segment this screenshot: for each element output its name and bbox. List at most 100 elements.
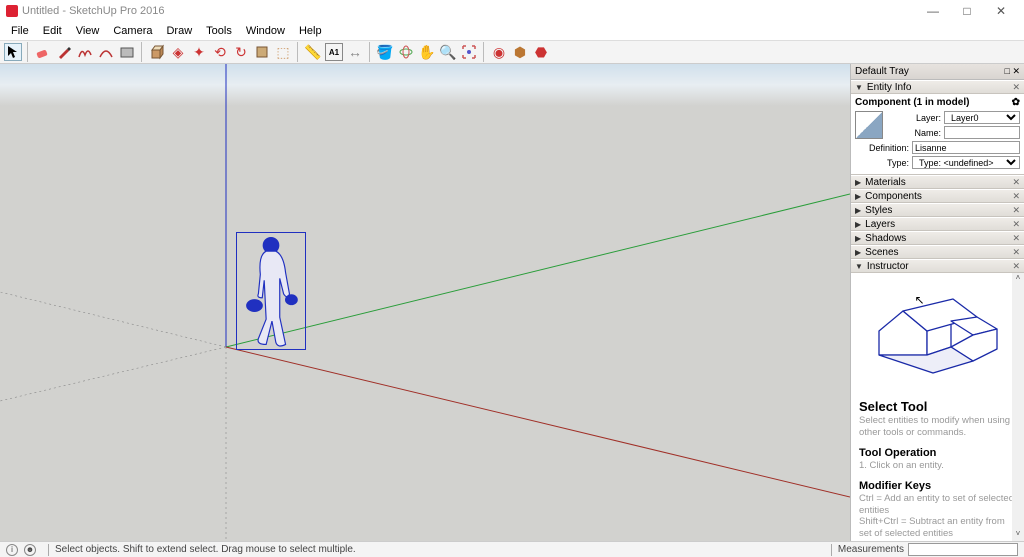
panel-header-components[interactable]: ▶Components✕ — [851, 189, 1024, 203]
selected-component-bbox[interactable] — [236, 232, 306, 350]
red-tool-b-icon[interactable]: ✦ — [190, 43, 208, 61]
measurements-input[interactable] — [908, 543, 1018, 556]
layer-label: Layer: — [887, 113, 941, 123]
instructor-mod1: Ctrl = Add an entity to set of selected … — [859, 493, 1016, 517]
panel-close-icon[interactable]: ✕ — [1012, 247, 1020, 258]
menu-draw[interactable]: Draw — [159, 25, 199, 37]
rotate-tool-icon[interactable]: ↻ — [232, 43, 250, 61]
instructor-op-item: 1. Click on an entity. — [859, 460, 1016, 472]
menu-view[interactable]: View — [69, 25, 107, 37]
panel-header-scenes[interactable]: ▶Scenes✕ — [851, 245, 1024, 259]
panel-label: Styles — [865, 205, 892, 216]
tray-title-label: Default Tray — [855, 66, 909, 77]
type-select[interactable]: Type: <undefined> — [912, 156, 1020, 169]
instructor-subtitle: Select entities to modify when using oth… — [859, 415, 1016, 439]
panel-header-materials[interactable]: ▶ Materials ✕ — [851, 175, 1024, 189]
menu-file[interactable]: File — [4, 25, 36, 37]
instructor-illustration: ↖ — [873, 289, 1003, 385]
select-tool-icon[interactable] — [4, 43, 22, 61]
titlebar: Untitled - SketchUp Pro 2016 — □ ✕ — [0, 0, 1024, 22]
summary-count: 1 in model — [917, 97, 966, 108]
status-divider — [48, 544, 49, 556]
window-maximize-button[interactable]: □ — [950, 0, 984, 22]
instructor-scrollbar[interactable]: ˄ ˅ — [1012, 273, 1024, 541]
expand-arrow-icon: ▶ — [855, 178, 861, 187]
scroll-up-icon[interactable]: ˄ — [1012, 273, 1024, 285]
tray-pin-icon[interactable]: □ ✕ — [1005, 66, 1020, 77]
panel-header-entity-info[interactable]: ▼ Entity Info ✕ — [851, 80, 1024, 94]
panel-close-icon[interactable]: ✕ — [1012, 205, 1020, 216]
panel-label: Entity Info — [867, 82, 911, 93]
arc-tool-icon[interactable] — [97, 43, 115, 61]
red-tool-d-icon[interactable]: ◉ — [490, 43, 508, 61]
app-logo-icon — [6, 5, 18, 17]
pushpull-tool-icon[interactable] — [148, 43, 166, 61]
dim-tool-icon[interactable]: ↔ — [346, 43, 364, 61]
red-tool-e-icon[interactable]: ⬢ — [511, 43, 529, 61]
panel-label: Scenes — [865, 247, 898, 258]
toolbar-separator — [297, 42, 299, 62]
scroll-down-icon[interactable]: ˅ — [1012, 529, 1024, 541]
freehand-tool-icon[interactable] — [76, 43, 94, 61]
definition-label: Definition: — [855, 143, 909, 153]
toolbar-separator — [27, 42, 29, 62]
panel-header-shadows[interactable]: ▶Shadows✕ — [851, 231, 1024, 245]
red-tool-c-icon[interactable]: ⟲ — [211, 43, 229, 61]
status-info-icon[interactable]: i — [6, 544, 18, 556]
panel-close-icon[interactable]: ✕ — [1012, 177, 1020, 188]
definition-input[interactable] — [912, 141, 1020, 154]
name-input[interactable] — [944, 126, 1020, 139]
panel-close-icon[interactable]: ✕ — [1012, 191, 1020, 202]
paint-tool-icon[interactable]: 🪣 — [376, 43, 394, 61]
red-tool-a-icon[interactable]: ◈ — [169, 43, 187, 61]
menu-window[interactable]: Window — [239, 25, 292, 37]
orbit-tool-icon[interactable] — [397, 43, 415, 61]
panel-header-instructor[interactable]: ▼Instructor✕ — [851, 259, 1024, 273]
text-tool-icon[interactable]: A1 — [325, 43, 343, 61]
pan-tool-icon[interactable]: ✋ — [418, 43, 436, 61]
toolbar-separator — [369, 42, 371, 62]
menu-camera[interactable]: Camera — [106, 25, 159, 37]
menu-tools[interactable]: Tools — [199, 25, 239, 37]
panel-close-icon[interactable]: ✕ — [1012, 82, 1020, 93]
expand-arrow-icon: ▶ — [855, 206, 861, 215]
rect-tool-icon[interactable] — [118, 43, 136, 61]
entity-menu-icon[interactable]: ✿ — [1012, 97, 1020, 108]
tape-tool-icon[interactable]: 📏 — [304, 43, 322, 61]
window-close-button[interactable]: ✕ — [984, 0, 1018, 22]
summary-prefix: Component ( — [855, 97, 917, 108]
status-divider — [831, 544, 832, 556]
figure-silhouette-icon — [237, 233, 305, 349]
panel-close-icon[interactable]: ✕ — [1012, 233, 1020, 244]
main-toolbar: ◈ ✦ ⟲ ↻ ⬚ 📏 A1 ↔ 🪣 ✋ 🔍 ◉ ⬢ ⬣ — [0, 40, 1024, 64]
collapse-arrow-icon: ▼ — [855, 83, 863, 92]
rect2-tool-icon[interactable] — [253, 43, 271, 61]
layer-select[interactable]: Layer0 — [944, 111, 1020, 124]
menu-help[interactable]: Help — [292, 25, 329, 37]
panel-header-styles[interactable]: ▶ Styles ✕ — [851, 203, 1024, 217]
status-person-icon[interactable]: ☻ — [24, 544, 36, 556]
zoom-tool-icon[interactable]: 🔍 — [439, 43, 457, 61]
summary-suffix: ) — [966, 97, 969, 108]
3d-viewport[interactable] — [0, 64, 850, 541]
instructor-panel: ↖ Select Tool Select entitie — [851, 273, 1024, 541]
follow-tool-icon[interactable]: ⬚ — [274, 43, 292, 61]
expand-arrow-icon: ▶ — [855, 220, 861, 229]
zoom-ext-tool-icon[interactable] — [460, 43, 478, 61]
instructor-title: Select Tool — [859, 399, 1016, 414]
panel-label: Layers — [865, 219, 895, 230]
panel-header-layers[interactable]: ▶ Layers ✕ — [851, 217, 1024, 231]
panel-label: Shadows — [865, 233, 906, 244]
panel-close-icon[interactable]: ✕ — [1012, 261, 1020, 272]
pencil-tool-icon[interactable] — [55, 43, 73, 61]
window-title: Untitled - SketchUp Pro 2016 — [22, 5, 164, 17]
menu-edit[interactable]: Edit — [36, 25, 69, 37]
window-minimize-button[interactable]: — — [916, 0, 950, 22]
menu-bar: File Edit View Camera Draw Tools Window … — [0, 22, 1024, 40]
red-tool-f-icon[interactable]: ⬣ — [532, 43, 550, 61]
panel-label: Materials — [865, 177, 906, 188]
tray-titlebar[interactable]: Default Tray □ ✕ — [851, 64, 1024, 80]
panel-close-icon[interactable]: ✕ — [1012, 219, 1020, 230]
material-swatch-icon[interactable] — [855, 111, 883, 139]
eraser-tool-icon[interactable] — [34, 43, 52, 61]
